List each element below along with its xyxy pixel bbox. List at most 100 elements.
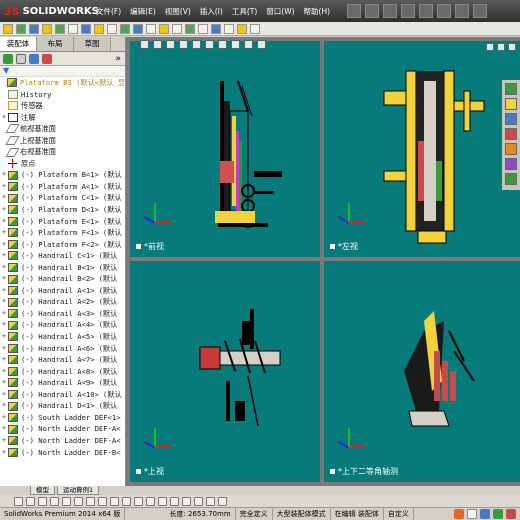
clearance-icon[interactable] bbox=[172, 23, 182, 34]
menu-help[interactable]: 帮助(H) bbox=[304, 6, 331, 17]
print-icon[interactable] bbox=[401, 4, 415, 18]
tree-item[interactable]: + (-) South Ladder DEF<1> bbox=[0, 412, 125, 424]
tab-motion-study[interactable]: 运动算例1 bbox=[57, 486, 100, 495]
feature-manager-icon[interactable] bbox=[3, 53, 13, 64]
assembly-features-icon[interactable] bbox=[81, 23, 91, 34]
zoom-area-icon[interactable] bbox=[153, 40, 162, 49]
expand-icon[interactable]: + bbox=[0, 262, 8, 274]
expand-icon[interactable]: + bbox=[0, 389, 8, 401]
tree-item[interactable]: + (-) Handrail A<7> (默认 bbox=[0, 354, 125, 366]
offset-icon[interactable] bbox=[110, 496, 119, 506]
select-icon[interactable] bbox=[437, 4, 451, 18]
menu-tools[interactable]: 工具(T) bbox=[232, 6, 257, 17]
viewport-top[interactable]: *上视 bbox=[130, 261, 320, 482]
resources-icon[interactable] bbox=[505, 83, 517, 95]
expand-icon[interactable]: + bbox=[0, 412, 8, 424]
appearances-icon[interactable] bbox=[505, 143, 517, 155]
expand-icon[interactable]: + bbox=[0, 319, 8, 331]
smart-fastener-icon[interactable] bbox=[42, 23, 52, 34]
expand-icon[interactable]: + bbox=[0, 169, 8, 181]
menu-edit[interactable]: 编辑(E) bbox=[130, 6, 156, 17]
tab-sketch[interactable]: 草图 bbox=[74, 37, 111, 51]
reference-geometry-icon[interactable] bbox=[94, 23, 104, 34]
save-icon[interactable] bbox=[383, 4, 397, 18]
layout-icon[interactable] bbox=[170, 496, 179, 506]
spline-icon[interactable] bbox=[62, 496, 71, 506]
tree-item[interactable]: + (-) Plataform A<1> (默认 bbox=[0, 181, 125, 193]
mate-icon[interactable] bbox=[16, 23, 26, 34]
expand-icon[interactable]: + bbox=[0, 250, 8, 262]
bill-of-materials-icon[interactable] bbox=[120, 23, 130, 34]
help-icon[interactable] bbox=[505, 509, 516, 519]
snapshot-icon[interactable] bbox=[250, 23, 260, 34]
tree-item[interactable]: + (-) Plataform E<1> (默认 bbox=[0, 216, 125, 228]
tree-item[interactable]: + (-) Handrail A<5> (默认 bbox=[0, 331, 125, 343]
tree-item[interactable]: + (-) Handrail B<2> (默认 bbox=[0, 273, 125, 285]
mass-properties-icon[interactable] bbox=[211, 23, 221, 34]
apply-scene-icon[interactable] bbox=[244, 40, 253, 49]
tree-item[interactable]: + (-) Plataform F<1> (默认 bbox=[0, 227, 125, 239]
graphics-area[interactable]: *前视 *左视 *上视 *上下二等角轴测 bbox=[126, 37, 520, 486]
expand-icon[interactable]: + bbox=[0, 112, 8, 124]
expand-icon[interactable]: + bbox=[0, 308, 8, 320]
menu-view[interactable]: 视图(V) bbox=[165, 6, 191, 17]
expand-icon[interactable]: + bbox=[0, 354, 8, 366]
tree-item[interactable]: + (-) Handrail A<6> (默认 bbox=[0, 343, 125, 355]
layer-icon[interactable] bbox=[194, 496, 203, 506]
menu-file[interactable]: 文件(F) bbox=[96, 6, 121, 17]
options-icon[interactable] bbox=[473, 4, 487, 18]
point-icon[interactable] bbox=[74, 496, 83, 506]
language-icon[interactable] bbox=[466, 509, 477, 519]
custom-properties-icon[interactable] bbox=[505, 158, 517, 170]
rebuild-icon[interactable] bbox=[455, 4, 469, 18]
tree-item[interactable]: History bbox=[0, 89, 125, 101]
keyboard-icon[interactable] bbox=[479, 509, 490, 519]
tree-item[interactable]: + (-) Handrail A<8> (默认 bbox=[0, 366, 125, 378]
centerline-icon[interactable] bbox=[86, 496, 95, 506]
section-view-icon[interactable] bbox=[179, 40, 188, 49]
zoom-fit-icon[interactable] bbox=[140, 40, 149, 49]
viewport-left[interactable]: *左视 bbox=[324, 41, 520, 257]
tab-layout[interactable]: 布局 bbox=[37, 37, 74, 51]
display-style-icon[interactable] bbox=[205, 40, 214, 49]
tree-item[interactable]: + (-) Handrail A<4> (默认 bbox=[0, 319, 125, 331]
view-orientation-icon[interactable] bbox=[192, 40, 201, 49]
add-relation-icon[interactable] bbox=[146, 496, 155, 506]
hide-show-icon[interactable] bbox=[218, 40, 227, 49]
expand-icon[interactable]: + bbox=[0, 343, 8, 355]
filter-icon[interactable]: ▼ bbox=[0, 66, 125, 77]
tab-assembly[interactable]: 装配体 bbox=[0, 37, 37, 51]
tree-item[interactable]: + (-) Handrail A<2> (默认 bbox=[0, 296, 125, 308]
new-file-icon[interactable] bbox=[347, 4, 361, 18]
expand-icon[interactable]: + bbox=[0, 366, 8, 378]
tree-item[interactable]: 上视基准面 bbox=[0, 135, 125, 147]
expand-icon[interactable]: + bbox=[0, 273, 8, 285]
expand-icon[interactable]: + bbox=[0, 423, 8, 435]
open-file-icon[interactable] bbox=[365, 4, 379, 18]
new-motion-study-icon[interactable] bbox=[107, 23, 117, 34]
tree-item[interactable]: 右视基准面 bbox=[0, 146, 125, 158]
expand-icon[interactable]: + bbox=[0, 447, 8, 459]
tab-model[interactable]: 模型 bbox=[30, 486, 55, 495]
solidworks-logo[interactable]: 3S SOLIDWORKS bbox=[4, 4, 99, 18]
viewport-front[interactable]: *前视 bbox=[130, 41, 320, 257]
expand-icon[interactable]: + bbox=[0, 204, 8, 216]
smart-dimension-icon[interactable] bbox=[134, 496, 143, 506]
expand-icon[interactable]: + bbox=[0, 400, 8, 412]
tree-root[interactable]: Plataform B3 (默认<默认_显 bbox=[0, 77, 125, 89]
tree-item[interactable]: 前视基准面 bbox=[0, 123, 125, 135]
trim-icon[interactable] bbox=[98, 496, 107, 506]
circle-icon[interactable] bbox=[26, 496, 35, 506]
design-library-icon[interactable] bbox=[505, 98, 517, 110]
view-settings-icon[interactable] bbox=[257, 40, 266, 49]
undo-icon[interactable] bbox=[419, 4, 433, 18]
tree-item[interactable]: + (-) Handrail A<1> (默认 bbox=[0, 285, 125, 297]
tree-item[interactable]: + (-) Plataform B<1> (默认 bbox=[0, 169, 125, 181]
large-assembly-icon[interactable] bbox=[224, 23, 234, 34]
viewport-isometric[interactable]: *上下二等角轴测 bbox=[324, 261, 520, 482]
menu-window[interactable]: 窗口(W) bbox=[266, 6, 294, 17]
configuration-manager-icon[interactable] bbox=[29, 53, 39, 64]
exploded-view-icon[interactable] bbox=[133, 23, 143, 34]
show-hidden-icon[interactable] bbox=[68, 23, 78, 34]
solidworks-forum-icon[interactable] bbox=[505, 173, 517, 185]
